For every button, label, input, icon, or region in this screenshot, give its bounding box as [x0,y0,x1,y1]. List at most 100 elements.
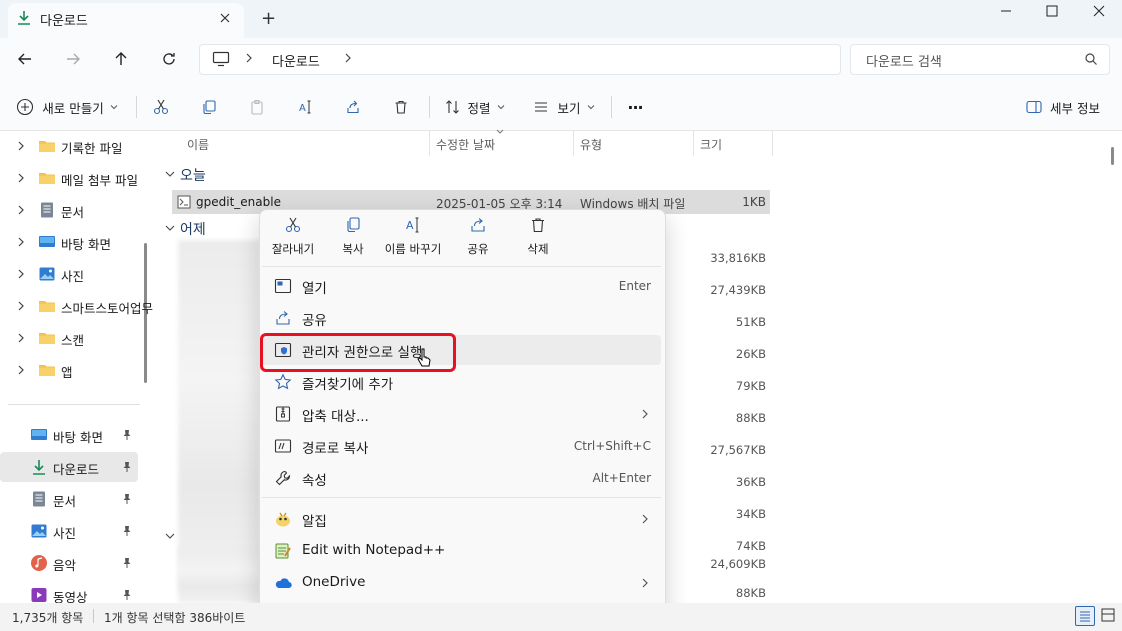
list-scrollbar[interactable] [1111,147,1114,165]
new-tab-button[interactable]: + [261,8,276,29]
expand-chevron-icon[interactable] [17,268,25,280]
menu-notepadpp[interactable]: Edit with Notepad++ [262,536,661,566]
breadcrumb-downloads[interactable]: 다운로드 [272,51,320,70]
forward-button[interactable] [57,43,89,75]
expand-chevron-icon[interactable] [17,236,25,248]
expand-chevron-icon[interactable] [17,140,25,152]
group-collapse-icon[interactable] [165,224,175,232]
details-pane-button[interactable]: 세부 정보 [1014,90,1112,124]
menu-share[interactable]: 공유 [262,303,661,333]
nav-item[interactable]: 문서 [0,195,140,225]
nav-item[interactable]: 사진 [0,259,140,289]
nav-item-label: 기록한 파일 [61,141,123,156]
nav-item[interactable]: 기록한 파일 [0,131,140,161]
up-button[interactable] [105,43,137,75]
folder-icon [38,137,56,155]
quick-access-item[interactable]: 사진 [0,516,140,546]
minimize-button[interactable] [983,0,1029,22]
more-options-button[interactable]: ··· [620,90,650,124]
sort-button[interactable]: 정렬 [438,90,512,124]
quick-access-item[interactable]: 바탕 화면 [0,420,140,450]
nav-item[interactable]: 메일 첨부 파일 [0,163,140,193]
scissors-icon [153,99,169,115]
quick-access-item[interactable]: 다운로드 [0,452,140,482]
pin-icon[interactable] [122,461,132,473]
column-size[interactable]: 크기 [700,136,722,153]
menu-alzip[interactable]: 알집 [262,504,661,534]
refresh-button[interactable] [153,43,185,75]
nav-item[interactable]: 스마트스토어업무 [0,291,153,321]
quick-access-label: 사진 [53,526,77,541]
pin-icon[interactable] [122,525,132,537]
share-button[interactable] [337,90,369,124]
view-button[interactable]: 보기 [526,90,602,124]
rename-action[interactable]: A 이름 바꾸기 [378,216,448,262]
details-label: 세부 정보 [1050,100,1100,116]
column-name[interactable]: 이름 [187,136,209,153]
menu-properties[interactable]: 속성 Alt+Enter [262,463,661,493]
nav-item[interactable]: 앱 [0,355,140,385]
nav-item[interactable]: 스캔 [0,323,140,353]
expand-chevron-icon[interactable] [17,332,25,344]
menu-open[interactable]: 열기 Enter [262,271,661,301]
expand-chevron-icon[interactable] [17,300,25,312]
menu-item-label: 알집 [302,514,327,530]
delete-button[interactable] [385,90,417,124]
file-size-cell: 79KB [735,379,766,393]
cut-button[interactable] [145,90,177,124]
expand-chevron-icon[interactable] [17,204,25,216]
download-icon [30,458,48,476]
close-window-button[interactable] [1076,0,1122,22]
nav-item[interactable]: 바탕 화면 [0,227,140,257]
copy-button[interactable] [193,90,225,124]
menu-compress[interactable]: 압축 대상... [262,399,661,429]
file-size-cell: 74KB [735,539,766,553]
details-view-button[interactable] [1075,606,1095,626]
blurred-file-names [178,240,260,590]
rename-icon: A [404,216,422,234]
nav-item-label: 바탕 화면 [61,237,111,252]
group-yesterday[interactable]: 어제 [180,219,206,239]
status-selection: 1개 항목 선택함 386바이트 [104,611,246,625]
toolbar-divider [136,96,137,118]
share-icon [469,216,487,234]
file-size-cell: 51KB [735,315,766,329]
column-type[interactable]: 유형 [580,136,602,153]
nav-item-label: 문서 [61,205,85,220]
back-button[interactable] [9,43,41,75]
tiles-view-button[interactable] [1099,606,1119,626]
maximize-button[interactable] [1029,0,1075,22]
quick-access-item[interactable]: 문서 [0,484,140,514]
column-modified[interactable]: 수정한 날짜 [436,136,495,153]
column-divider[interactable] [772,131,773,156]
file-size-cell: 34KB [735,507,766,521]
group-collapse-icon[interactable] [165,532,175,540]
pin-icon[interactable] [122,493,132,505]
group-collapse-icon[interactable] [165,170,175,178]
expand-chevron-icon[interactable] [17,172,25,184]
menu-item-label: OneDrive [302,574,366,590]
breadcrumb-chevron-icon[interactable] [343,51,353,65]
file-size-cell: 36KB [735,475,766,489]
column-divider[interactable] [693,131,694,156]
expand-chevron-icon[interactable] [17,364,25,376]
group-today[interactable]: 오늘 [180,165,206,185]
new-button[interactable]: 새로 만들기 [8,90,126,124]
menu-copy-path[interactable]: 경로로 복사 Ctrl+Shift+C [262,431,661,461]
pin-icon[interactable] [122,429,132,441]
trash-icon [393,99,409,115]
search-icon[interactable] [1084,52,1098,66]
rename-button[interactable]: A [289,90,321,124]
pin-icon[interactable] [122,557,132,569]
paste-button[interactable] [241,90,273,124]
desktop-icon [30,426,48,444]
rename-icon: A [297,99,313,115]
column-divider[interactable] [573,131,574,156]
pin-icon[interactable] [122,589,132,601]
close-tab-icon[interactable] [218,11,232,25]
quick-access-item[interactable]: 음악 [0,548,140,578]
trash-action[interactable]: 삭제 [503,216,573,262]
search-placeholder: 다운로드 검색 [866,55,942,70]
menu-onedrive[interactable]: OneDrive [262,568,661,598]
column-divider[interactable] [429,131,430,156]
